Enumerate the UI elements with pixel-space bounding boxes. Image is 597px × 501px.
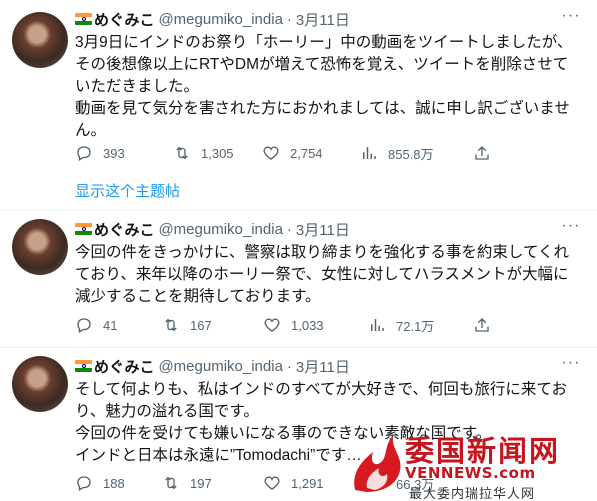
author-handle[interactable]: @megumiko_india (158, 358, 282, 375)
like-count: 1,291 (291, 475, 324, 491)
reply-icon (77, 476, 91, 491)
india-flag-icon (75, 360, 92, 372)
divider (0, 210, 597, 211)
india-flag-icon (75, 223, 92, 235)
retweet-icon (176, 146, 188, 160)
like-button[interactable]: 1,033 (263, 316, 368, 334)
watermark-url: VENNEWS.com (405, 464, 536, 482)
heart-icon (263, 146, 279, 160)
reply-icon (77, 146, 91, 161)
share-button[interactable] (473, 144, 501, 162)
more-options-icon[interactable]: ··· (561, 7, 581, 25)
views-count: 855.8万 (388, 146, 434, 162)
tweet-date[interactable]: 3月11日 (296, 356, 350, 377)
reply-button[interactable]: 188 (75, 474, 162, 492)
separator-dot: · (286, 10, 292, 28)
author-name[interactable]: めぐみこ (94, 356, 154, 377)
retweet-button[interactable]: 167 (162, 316, 263, 334)
retweet-count: 167 (190, 317, 212, 333)
tweet-actions: 41 167 1,033 72.1万 (75, 315, 501, 335)
more-options-icon[interactable]: ··· (561, 217, 581, 235)
heart-icon (264, 318, 280, 332)
share-icon (475, 146, 489, 160)
tweet-date[interactable]: 3月11日 (296, 9, 350, 30)
heart-icon (264, 476, 280, 490)
separator-dot: · (286, 220, 292, 238)
like-button[interactable]: 2,754 (262, 144, 360, 162)
author-handle[interactable]: @megumiko_india (158, 11, 282, 28)
tweet-header: めぐみこ @megumiko_india · 3月11日 ··· (75, 354, 581, 377)
tweet-actions: 393 1,305 2,754 855.8万 (75, 143, 501, 163)
views-count: 72.1万 (396, 318, 435, 334)
reply-button[interactable]: 393 (75, 144, 173, 162)
share-icon (475, 318, 489, 332)
reply-count: 188 (103, 475, 125, 491)
like-count: 1,033 (291, 317, 324, 333)
watermark-flame-logo-icon (354, 436, 401, 492)
divider (0, 347, 597, 348)
retweet-icon (165, 476, 177, 490)
reply-button[interactable]: 41 (75, 316, 162, 334)
retweet-button[interactable]: 1,305 (173, 144, 262, 162)
author-handle[interactable]: @megumiko_india (158, 221, 282, 238)
retweet-icon (165, 318, 177, 332)
tweet-text: 今回の件をきっかけに、警察は取り締まりを強化する事を約束してくれており、来年以降… (75, 244, 569, 305)
views-chart-icon (363, 147, 376, 159)
separator-dot: · (286, 357, 292, 375)
india-flag-icon (75, 13, 92, 25)
reply-count: 41 (103, 317, 118, 333)
more-options-icon[interactable]: ··· (561, 354, 581, 372)
avatar[interactable] (12, 12, 68, 68)
tweet-header: めぐみこ @megumiko_india · 3月11日 ··· (75, 217, 581, 240)
reply-count: 393 (103, 145, 125, 161)
watermark: 委国新闻网 VENNEWS.com 最大委内瑞拉华人网 (347, 426, 597, 501)
avatar[interactable] (12, 356, 68, 412)
show-thread-link[interactable]: 显示这个主题帖 (75, 180, 180, 201)
retweet-count: 1,305 (201, 145, 234, 161)
avatar[interactable] (12, 219, 68, 275)
author-name[interactable]: めぐみこ (94, 219, 154, 240)
views-chart-icon (371, 319, 384, 331)
reply-icon (77, 318, 91, 333)
tweet-header: めぐみこ @megumiko_india · 3月11日 ··· (75, 7, 581, 30)
views-button[interactable]: 72.1万 (368, 316, 473, 335)
watermark-subtitle: 最大委内瑞拉华人网 (409, 486, 536, 501)
author-name[interactable]: めぐみこ (94, 9, 154, 30)
like-count: 2,754 (290, 145, 323, 161)
retweet-count: 197 (190, 475, 212, 491)
views-button[interactable]: 855.8万 (360, 144, 473, 163)
tweet-date[interactable]: 3月11日 (296, 219, 350, 240)
share-button[interactable] (473, 316, 501, 334)
retweet-button[interactable]: 197 (162, 474, 263, 492)
tweet-text: 3月9日にインドのお祭り「ホーリー」中の動画をツイートしましたが、その後想像以上… (75, 34, 573, 139)
